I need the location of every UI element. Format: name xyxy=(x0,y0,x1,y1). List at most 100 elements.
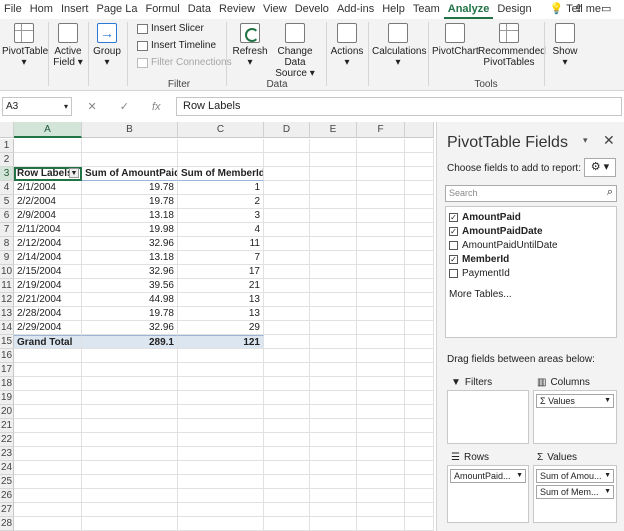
cell[interactable] xyxy=(178,377,264,391)
row-header[interactable]: 5 xyxy=(0,195,14,209)
tab-data[interactable]: Data xyxy=(184,0,215,19)
cell[interactable] xyxy=(310,475,357,489)
cell[interactable] xyxy=(357,335,405,349)
cell[interactable] xyxy=(357,517,405,531)
cell[interactable] xyxy=(405,265,434,279)
pivot-data-cell[interactable]: 2/14/2004 xyxy=(14,251,82,265)
cell[interactable] xyxy=(357,279,405,293)
row-header[interactable]: 17 xyxy=(0,363,14,377)
row-header[interactable]: 25 xyxy=(0,475,14,489)
pivot-data-cell[interactable]: 29 xyxy=(178,321,264,335)
tab-team[interactable]: Team xyxy=(409,0,444,19)
cell[interactable] xyxy=(405,279,434,293)
pivot-data-cell[interactable]: 32.96 xyxy=(82,265,178,279)
cell[interactable] xyxy=(357,349,405,363)
cell[interactable] xyxy=(264,293,310,307)
cell[interactable] xyxy=(264,489,310,503)
cell[interactable] xyxy=(310,307,357,321)
tab-developer[interactable]: Develo xyxy=(291,0,333,19)
cell[interactable] xyxy=(310,139,357,153)
pivot-data-cell[interactable]: 19.78 xyxy=(82,181,178,195)
comments-icon[interactable]: ▭ xyxy=(601,2,611,15)
cell[interactable] xyxy=(14,475,82,489)
row-header[interactable]: 19 xyxy=(0,391,14,405)
filter-dropdown-icon[interactable]: ▼ xyxy=(69,168,79,178)
cell[interactable] xyxy=(82,503,178,517)
search-input[interactable]: Search ⌕ xyxy=(445,185,617,202)
cell[interactable] xyxy=(310,237,357,251)
row-header[interactable]: 3 xyxy=(0,167,14,181)
cell[interactable] xyxy=(405,181,434,195)
calculations-button[interactable]: Calculations ▾ xyxy=(372,23,426,68)
cell[interactable] xyxy=(82,517,178,531)
tab-review[interactable]: Review xyxy=(215,0,259,19)
row-header[interactable]: 23 xyxy=(0,447,14,461)
tab-analyze[interactable]: Analyze xyxy=(443,0,494,19)
cell[interactable] xyxy=(310,517,357,531)
cell[interactable] xyxy=(310,335,357,349)
cell[interactable] xyxy=(357,167,405,181)
cell[interactable] xyxy=(14,405,82,419)
name-box[interactable]: A3 ▾ xyxy=(2,97,72,116)
chevron-down-icon[interactable]: ▾ xyxy=(64,98,68,115)
cell[interactable] xyxy=(405,153,434,167)
cell[interactable] xyxy=(357,419,405,433)
cell[interactable] xyxy=(405,461,434,475)
column-header-b[interactable]: B xyxy=(82,122,178,138)
cell[interactable] xyxy=(82,489,178,503)
cell[interactable] xyxy=(405,503,434,517)
cell[interactable] xyxy=(310,377,357,391)
cell[interactable] xyxy=(357,447,405,461)
rows-area[interactable]: AmountPaid... ▼ xyxy=(447,465,529,523)
cell[interactable] xyxy=(405,251,434,265)
row-header[interactable]: 16 xyxy=(0,349,14,363)
cell[interactable] xyxy=(357,461,405,475)
column-header-d[interactable]: D xyxy=(264,122,310,138)
cell[interactable] xyxy=(310,433,357,447)
cell[interactable] xyxy=(264,433,310,447)
cell[interactable] xyxy=(82,349,178,363)
column-header-partial[interactable] xyxy=(405,122,434,138)
cell[interactable] xyxy=(357,181,405,195)
grand-total-cell[interactable]: 289.1 xyxy=(82,335,178,349)
pivot-data-cell[interactable]: 44.98 xyxy=(82,293,178,307)
cell[interactable] xyxy=(264,209,310,223)
cell[interactable] xyxy=(14,139,82,153)
field-memberid[interactable]: ✓ MemberId xyxy=(449,254,509,265)
cell[interactable] xyxy=(264,321,310,335)
cell[interactable] xyxy=(14,153,82,167)
insert-function-icon[interactable]: fx xyxy=(152,101,161,113)
cell[interactable] xyxy=(405,195,434,209)
pivot-data-cell[interactable]: 17 xyxy=(178,265,264,279)
cell[interactable] xyxy=(14,377,82,391)
cell[interactable] xyxy=(310,209,357,223)
group-button[interactable]: → Group ▾ xyxy=(92,23,122,68)
cell[interactable] xyxy=(357,265,405,279)
cell[interactable] xyxy=(264,503,310,517)
cell[interactable] xyxy=(310,461,357,475)
rows-chip[interactable]: AmountPaid... ▼ xyxy=(450,469,526,483)
pivot-data-cell[interactable]: 2/12/2004 xyxy=(14,237,82,251)
column-header-a[interactable]: A xyxy=(14,122,82,138)
field-paymentid[interactable]: PaymentId xyxy=(449,268,510,279)
tab-page-layout[interactable]: Page La xyxy=(92,0,141,19)
row-header[interactable]: 20 xyxy=(0,405,14,419)
cell[interactable] xyxy=(82,377,178,391)
cell[interactable] xyxy=(357,139,405,153)
pivot-data-cell[interactable]: 1 xyxy=(178,181,264,195)
pivot-data-cell[interactable]: 13 xyxy=(178,307,264,321)
cell[interactable] xyxy=(264,153,310,167)
cell[interactable] xyxy=(357,363,405,377)
recommended-pivottables-button[interactable]: Recommended PivotTables xyxy=(478,23,546,68)
cell[interactable] xyxy=(264,349,310,363)
pivot-data-cell[interactable]: 32.96 xyxy=(82,321,178,335)
cell[interactable] xyxy=(310,153,357,167)
pivot-header-cell[interactable]: Sum of MemberId xyxy=(178,167,264,181)
cell[interactable] xyxy=(178,517,264,531)
pivot-data-cell[interactable]: 13.18 xyxy=(82,209,178,223)
row-header[interactable]: 10 xyxy=(0,265,14,279)
columns-area[interactable]: Σ Values ▼ xyxy=(533,390,617,444)
row-header[interactable]: 27 xyxy=(0,503,14,517)
pivot-data-cell[interactable]: 7 xyxy=(178,251,264,265)
row-header[interactable]: 18 xyxy=(0,377,14,391)
